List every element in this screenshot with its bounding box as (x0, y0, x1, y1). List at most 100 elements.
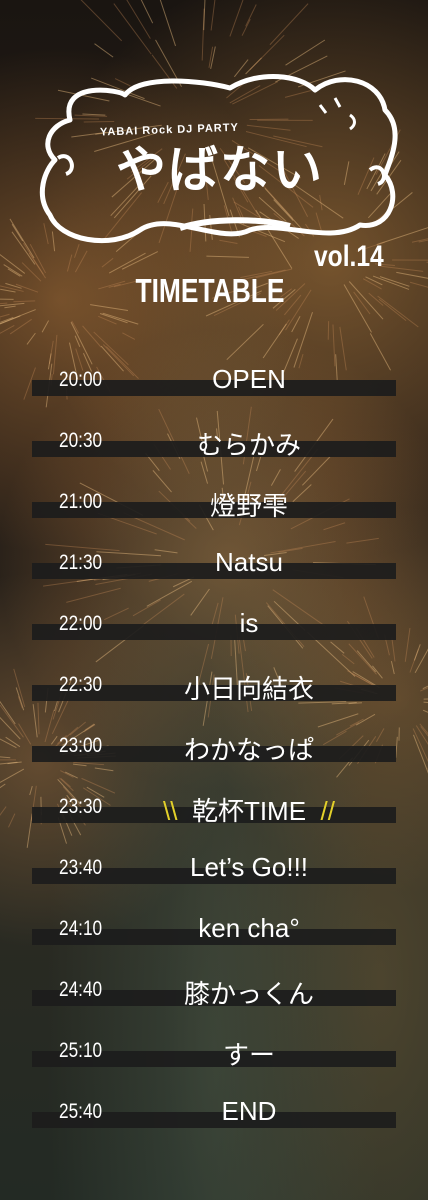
firework-spark (269, 3, 309, 46)
firework-spark (368, 292, 384, 306)
slot-act: is (239, 608, 259, 638)
firework-spark (140, 0, 154, 24)
firework-spark (379, 265, 424, 272)
timetable-row: 20:30 むらかみ (32, 425, 396, 471)
timetable-row: 23:30 \\ 乾杯TIME // (32, 791, 396, 837)
toast-label: 乾杯TIME (191, 796, 307, 826)
deco-right-slashes: // (320, 796, 335, 826)
firework-spark (70, 321, 93, 365)
timetable-row: 22:00 is (32, 608, 396, 654)
timetable-row: 24:10 ken cha° (32, 913, 396, 959)
firework-spark (423, 698, 428, 700)
firework-spark (203, 0, 206, 31)
firework-spark (3, 264, 23, 277)
firework-spark (11, 223, 24, 242)
firework-spark (226, 323, 264, 361)
firework-spark (0, 309, 36, 325)
firework-spark (159, 0, 177, 47)
slot-time: 20:00 (59, 368, 103, 391)
timetable-row: 23:00 わかなっぱ (32, 730, 396, 776)
firework-spark (245, 4, 257, 27)
firework-spark (409, 281, 428, 288)
firework-spark (241, 18, 251, 36)
firework-spark (0, 783, 6, 789)
firework-spark (413, 644, 421, 661)
firework-spark (0, 768, 25, 783)
slot-time: 23:30 (59, 795, 103, 818)
slot-time: 25:40 (59, 1100, 103, 1123)
firework-spark (377, 295, 419, 328)
firework-spark (346, 537, 379, 544)
firework-spark (0, 288, 16, 293)
firework-spark (99, 313, 128, 324)
timetable-row: 24:40 膝かっくん (32, 974, 396, 1020)
slot-time: 24:40 (59, 978, 103, 1001)
firework-spark (395, 736, 398, 758)
firework-spark (0, 298, 14, 300)
firework-spark (423, 701, 428, 703)
slot-time: 22:00 (59, 612, 103, 635)
slot-time: 23:00 (59, 734, 103, 757)
firework-spark (378, 298, 407, 322)
firework-spark (9, 318, 32, 335)
timetable-row: 23:40 Let’s Go!!! (32, 852, 396, 898)
slot-time: 22:30 (59, 673, 103, 696)
firework-spark (98, 315, 117, 325)
slot-act-toast: \\ 乾杯TIME // (122, 791, 376, 828)
slot-time: 21:00 (59, 490, 103, 513)
firework-spark (0, 806, 7, 816)
timetable-row: 25:40 END (32, 1096, 396, 1142)
firework-spark (404, 628, 411, 662)
firework-spark (262, 323, 287, 359)
timetable-row: 20:00 OPEN (32, 364, 396, 410)
firework-spark (4, 305, 16, 309)
slot-act: 膝かっくん (183, 979, 314, 1009)
firework-spark (270, 469, 281, 486)
firework-spark (420, 687, 428, 692)
firework-spark (341, 653, 355, 665)
slot-time: 23:40 (59, 856, 103, 879)
firework-spark (0, 324, 15, 334)
firework-spark (18, 723, 32, 745)
page-title: TIMETABLE (135, 272, 285, 309)
slot-act: わかなっぱ (183, 735, 314, 765)
slot-act: すー (222, 1040, 275, 1070)
firework-spark (229, 0, 244, 37)
slot-act: ken cha° (198, 913, 300, 943)
slot-act: OPEN (212, 364, 286, 394)
firework-spark (0, 756, 11, 759)
firework-spark (13, 668, 26, 707)
firework-spark (412, 728, 428, 763)
firework-spark (396, 271, 428, 279)
firework-spark (210, 0, 216, 31)
slot-act: Natsu (215, 547, 283, 577)
firework-spark (355, 713, 376, 726)
firework-spark (0, 761, 18, 765)
slot-act: 燈野雫 (209, 491, 288, 521)
firework-spark (0, 285, 24, 292)
slot-act: むらかみ (196, 430, 301, 460)
firework-spark (332, 324, 336, 367)
brand-name: やばない (116, 141, 324, 199)
firework-spark (41, 320, 50, 333)
timetable-row: 22:30 小日向結衣 (32, 669, 396, 715)
firework-spark (90, 304, 128, 311)
firework-spark (122, 332, 136, 340)
firework-spark (0, 302, 8, 305)
timetable-row: 21:30 Natsu (32, 547, 396, 593)
slot-act: Let’s Go!!! (189, 852, 309, 882)
slot-time: 21:30 (59, 551, 103, 574)
firework-spark (8, 813, 16, 828)
firework-spark (94, 43, 114, 58)
firework-spark (60, 778, 71, 788)
volume-number: vol.14 (314, 240, 384, 273)
firework-spark (13, 300, 36, 303)
firework-spark (7, 268, 21, 277)
slot-time: 20:30 (59, 429, 103, 452)
firework-spark (15, 283, 39, 293)
slot-act: END (221, 1096, 277, 1126)
timetable-row: 25:10 すー (32, 1035, 396, 1081)
firework-spark (93, 331, 129, 366)
firework-spark (113, 3, 152, 55)
firework-spark (0, 738, 17, 749)
